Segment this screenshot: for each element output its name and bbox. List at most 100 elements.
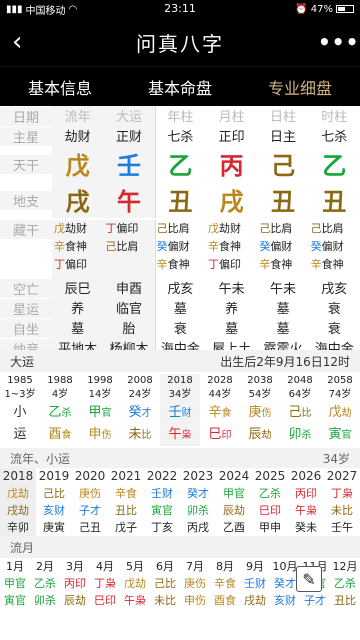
- dizhi-row: 地支戌午丑戌丑丑: [0, 182, 360, 218]
- liunian-column[interactable]: 2021 辛食 丑比 戊子: [108, 468, 144, 536]
- dayun-year: 2018: [167, 375, 193, 386]
- hidden-stem-char: 己: [259, 222, 271, 235]
- liuyue-column[interactable]: 1月 甲官 寅官: [0, 558, 30, 609]
- stem-char: 乙: [48, 405, 62, 420]
- dizhi-cell: 午: [103, 182, 155, 218]
- zizuo-cells: 墓胎衰墓墓衰: [52, 318, 360, 338]
- liunian-column[interactable]: 2018 戊劫 戌劫 辛卯: [0, 468, 36, 536]
- liuyue-ganzhi: 亥财: [274, 594, 296, 607]
- liunian-ganzhi: 丑比: [115, 504, 137, 517]
- back-icon[interactable]: ‹: [12, 27, 42, 57]
- dizhi-cell: 丑: [322, 188, 347, 216]
- more-icon[interactable]: •••: [318, 30, 358, 54]
- hidden-stem-god: 比肩: [321, 222, 344, 235]
- dayun-column[interactable]: 2058 74岁 戊劫 寅官: [320, 374, 360, 446]
- liuyue-ganzhi: 己比: [154, 577, 176, 590]
- liuyue-column[interactable]: 12月 乙杀 丑比: [330, 558, 360, 609]
- liuyue-column[interactable]: 2月 乙杀 卯杀: [30, 558, 60, 609]
- liunian-column[interactable]: 2020 庚伤 子才 己丑: [72, 468, 108, 536]
- main-star-cell: 日主: [269, 130, 296, 145]
- liuyue-ganzhi: 戌劫: [244, 594, 266, 607]
- main-star-cell: 劫财: [52, 126, 104, 146]
- hidden-stem-char: 辛: [259, 258, 271, 271]
- liuyue-column[interactable]: 9月 壬财 戌劫: [240, 558, 270, 609]
- dayun-column[interactable]: 1998 14岁 甲官 申伤: [80, 374, 120, 446]
- dayun-branch: 辰劫: [240, 424, 280, 446]
- dayun-column[interactable]: 1988 4岁 乙杀 酉食: [40, 374, 80, 446]
- kongwang-row: 空亡 辰巳 申酉 戌亥 午未 午未 戌亥: [0, 278, 360, 298]
- dayun-stem: 甲官: [80, 402, 120, 424]
- liuyue-ganzhi: 寅官: [4, 594, 26, 607]
- edit-note-icon[interactable]: ✎: [296, 566, 322, 592]
- liuyue-column[interactable]: 6月 己比 未比: [150, 558, 180, 609]
- liunian-column[interactable]: 2027 丁枭 未比 壬午: [324, 468, 360, 536]
- dayun-branch: 巳印: [200, 424, 240, 446]
- liuyue-month: 3月: [66, 560, 84, 573]
- alarm-icon: ⏰: [295, 3, 308, 15]
- stem-god: 杀: [61, 408, 72, 419]
- kongwang-cell: 辰巳: [52, 278, 104, 298]
- date-cell: 流年: [52, 106, 104, 126]
- tab-basic-chart[interactable]: 基本命盘: [142, 75, 218, 99]
- branch-god: 伤: [101, 430, 112, 441]
- dayun-column[interactable]: 2018 34岁 壬财 午枭: [160, 374, 200, 446]
- liunian-title: 流年、小运: [10, 451, 71, 466]
- stem-god: 伤: [261, 408, 272, 419]
- hidden-stem: 己比肩: [311, 220, 360, 238]
- branch-god: 印: [221, 430, 232, 441]
- xingyun-cell: 养: [52, 298, 104, 318]
- liunian-column[interactable]: 2019 己比 亥财 庚寅: [36, 468, 72, 536]
- dayun-year: 2038: [247, 375, 273, 386]
- liunian-grid: 2018 戊劫 戌劫 辛卯 2019 己比 亥财 庚寅 2020 庚伤 子才 己丑 2021 辛食 丑比 戊子…: [0, 468, 360, 536]
- liuyue-column[interactable]: 3月 丙印 辰劫: [60, 558, 90, 609]
- hidden-stem-god: 偏财: [270, 240, 293, 253]
- dayun-year: 1998: [87, 375, 113, 386]
- stem-god: 比: [301, 408, 312, 419]
- liunian-column[interactable]: 2023 癸才 卯杀 丙戌: [180, 468, 216, 536]
- kongwang-cells: 辰巳 申酉 戌亥 午未 午未 戌亥: [52, 278, 360, 298]
- dayun-column[interactable]: 2048 64岁 己比 卯杀: [280, 374, 320, 446]
- hidden-stem-god: 偏印: [218, 258, 241, 271]
- hidden-stem-char: 辛: [207, 240, 219, 253]
- tab-basic-info[interactable]: 基本信息: [22, 75, 98, 99]
- liuyue-column[interactable]: 5月 戊劫 午枭: [120, 558, 150, 609]
- dayun-age: 54岁: [248, 389, 272, 400]
- xiaoyun-ganzhi: 丁亥: [151, 521, 173, 534]
- liuyue-column[interactable]: 8月 辛食 酉食: [210, 558, 240, 609]
- dayun-column[interactable]: 2008 24岁 癸才 未比: [120, 374, 160, 446]
- dayun-year: 2048: [287, 375, 313, 386]
- dizhi-label: 地支: [0, 190, 52, 210]
- liuyue-ganzhi: 戊劫: [124, 577, 146, 590]
- xingyun-cells: 养临官墓养墓衰: [52, 298, 360, 318]
- dayun-column[interactable]: 2028 44岁 辛食 巳印: [200, 374, 240, 446]
- dayun-branch: 运: [0, 424, 40, 446]
- date-cell: 年柱: [167, 110, 194, 125]
- column-divider: [155, 126, 156, 146]
- liuyue-column[interactable]: 4月 丁枭 巳印: [90, 558, 120, 609]
- dayun-title: 大运: [10, 354, 35, 369]
- liunian-column[interactable]: 2026 丙印 午枭 癸未: [288, 468, 324, 536]
- liunian-year: 2018: [2, 469, 34, 483]
- zizuo-cell: 墓: [225, 322, 239, 337]
- tiangan-cell: 乙: [168, 152, 193, 180]
- hidden-stem: 己比肩: [157, 220, 206, 238]
- hidden-stem-char: 戊: [54, 222, 65, 235]
- signal-icon: ▮▮▮: [6, 3, 23, 15]
- hidden-stem: 辛食神: [259, 256, 308, 274]
- stem-god: 才: [141, 408, 152, 419]
- bazi-pillars-table: 日期 流年 大运 年柱 月柱 日柱 时柱 主星 劫财 正财 七杀 正印 日主 七杀 天干戊壬乙丙己乙地支戌午…: [0, 106, 360, 358]
- hidden-stem: 丁偏印: [54, 256, 103, 274]
- zizuo-row: 自坐墓胎衰墓墓衰: [0, 318, 360, 338]
- liuyue-ganzhi: 辛食: [214, 577, 236, 590]
- liunian-column[interactable]: 2024 甲官 辰劫 乙酉: [216, 468, 252, 536]
- dayun-column[interactable]: 2038 54岁 庚伤 辰劫: [240, 374, 280, 446]
- column-divider: [155, 278, 156, 298]
- hidden-stem: 辛食神: [157, 256, 206, 274]
- liunian-ganzhi: 午枭: [295, 504, 317, 517]
- liuyue-column[interactable]: 7月 庚伤 申伤: [180, 558, 210, 609]
- liunian-column[interactable]: 2025 乙杀 巳印 甲申: [252, 468, 288, 536]
- tab-pro-chart[interactable]: 专业细盘: [262, 75, 338, 99]
- dayun-column[interactable]: 1985 1~3岁小运: [0, 374, 40, 446]
- tiangan-cell: 己: [270, 152, 295, 180]
- liunian-column[interactable]: 2022 壬财 寅官 丁亥: [144, 468, 180, 536]
